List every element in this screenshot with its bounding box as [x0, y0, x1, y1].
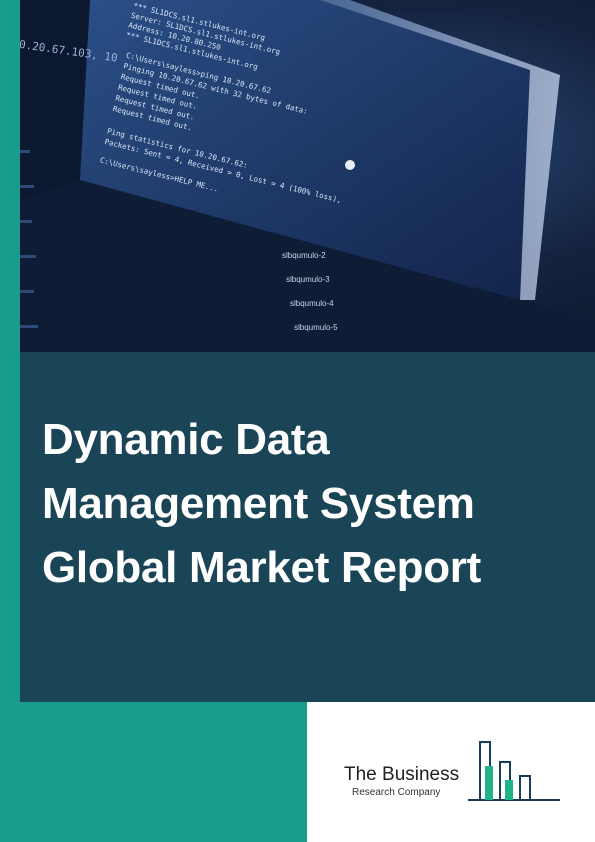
- server-row-label: slbqumulo-3: [286, 275, 330, 284]
- terminal-illustration: *** SL1DCS.sl1.stlukes-int.orgServer: SL…: [20, 0, 595, 352]
- bottom-left-teal-block: [0, 702, 307, 842]
- title-panel: Dynamic Data Management System Global Ma…: [20, 352, 595, 702]
- server-row-label: slbqumulo-4: [290, 299, 334, 308]
- title-line-3: Global Market Report: [42, 543, 481, 592]
- report-title: Dynamic Data Management System Global Ma…: [42, 408, 582, 600]
- title-line-1: Dynamic Data: [42, 415, 330, 464]
- logo-tagline: Research Company: [352, 787, 441, 798]
- company-logo: The Business Research Company: [340, 738, 570, 808]
- server-row-label: slbqumulo-2: [282, 251, 326, 260]
- title-line-2: Management System: [42, 479, 475, 528]
- logo-company-name: The Business: [344, 764, 460, 785]
- hero-image-terminal: *** SL1DCS.sl1.stlukes-int.org Server: SL…: [20, 0, 595, 352]
- server-row-label: slbqumulo-5: [294, 323, 338, 332]
